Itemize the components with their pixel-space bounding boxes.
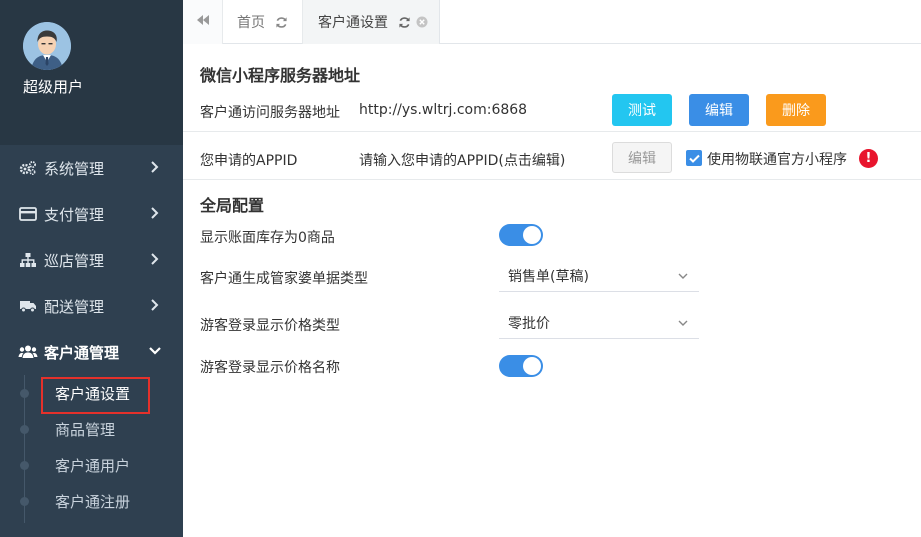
customer-submenu: 客户通设置 商品管理 客户通用户 客户通注册: [0, 375, 183, 523]
guest-price-type-select[interactable]: 零批价: [499, 307, 699, 339]
official-miniprogram-checkbox[interactable]: [686, 150, 702, 166]
guest-price-type-value: 零批价: [508, 315, 550, 332]
toggle-knob: [523, 226, 541, 244]
submenu-item-products[interactable]: 商品管理: [0, 411, 183, 447]
guest-price-name-toggle[interactable]: [499, 355, 543, 377]
user-avatar-icon[interactable]: [23, 22, 71, 70]
refresh-icon[interactable]: [275, 16, 288, 29]
tabs-bar: 首页 客户通设置: [183, 0, 921, 44]
warning-icon[interactable]: !: [859, 149, 878, 168]
appid-value[interactable]: 请输入您申请的APPID(点击编辑): [359, 150, 565, 170]
user-profile: 超级用户: [0, 0, 183, 145]
tree-dot: [20, 425, 29, 434]
tree-dot: [20, 497, 29, 506]
chevron-right-icon: [147, 205, 163, 221]
show-zero-stock-toggle[interactable]: [499, 224, 543, 246]
username: 超级用户: [23, 78, 84, 96]
doc-type-label: 客户通生成管家婆单据类型: [200, 271, 368, 287]
settings-content: 微信小程序服务器地址 客户通访问服务器地址 http://ys.wltrj.co…: [183, 45, 921, 537]
chevron-down-icon: [677, 270, 689, 286]
tabs-scroll-left-button[interactable]: [183, 0, 223, 44]
tree-dot: [20, 389, 29, 398]
truck-icon: [18, 298, 38, 314]
guest-price-type-label: 游客登录显示价格类型: [200, 318, 340, 334]
appid-label: 您申请的APPID: [200, 153, 298, 169]
sidebar-item-delivery[interactable]: 配送管理: [0, 283, 183, 329]
submenu-item-customer-register[interactable]: 客户通注册: [0, 483, 183, 519]
chevron-right-icon: [147, 297, 163, 313]
delete-button[interactable]: 删除: [766, 94, 826, 126]
submenu-item-label: 客户通用户: [55, 456, 131, 475]
sidebar-item-patrol[interactable]: 巡店管理: [0, 237, 183, 283]
sidebar-item-label: 系统管理: [44, 159, 105, 178]
sidebar-item-label: 客户通管理: [44, 343, 120, 362]
highlight-box: [41, 377, 150, 414]
test-button[interactable]: 测试: [612, 94, 672, 126]
sidebar-item-label: 配送管理: [44, 297, 105, 316]
tab-home[interactable]: 首页: [223, 0, 303, 44]
divider: [183, 131, 921, 132]
appid-edit-button[interactable]: 编辑: [612, 142, 672, 173]
doc-type-select[interactable]: 销售单(草稿): [499, 260, 699, 292]
credit-card-icon: [18, 206, 38, 222]
divider: [183, 179, 921, 180]
cogs-icon: [18, 160, 38, 176]
refresh-icon[interactable]: [398, 16, 411, 29]
server-section-title: 微信小程序服务器地址: [200, 66, 361, 85]
submenu-item-label: 客户通注册: [55, 492, 131, 511]
sidebar: 超级用户 系统管理 支付管理 巡店管理 配送管理 客户通管理 客户通设置 商品管…: [0, 0, 183, 537]
guest-price-name-label: 游客登录显示价格名称: [200, 360, 340, 376]
sidebar-item-label: 巡店管理: [44, 251, 105, 270]
tab-label: 首页: [237, 15, 265, 31]
sidebar-item-system[interactable]: 系统管理: [0, 145, 183, 191]
users-icon: [18, 344, 38, 360]
tab-label: 客户通设置: [318, 15, 388, 31]
doc-type-value: 销售单(草稿): [508, 268, 589, 285]
tree-dot: [20, 461, 29, 470]
sidebar-item-payment[interactable]: 支付管理: [0, 191, 183, 237]
sitemap-icon: [18, 252, 38, 268]
show-zero-stock-label: 显示账面库存为0商品: [200, 230, 335, 246]
edit-button[interactable]: 编辑: [689, 94, 749, 126]
server-url-value: http://ys.wltrj.com:6868: [359, 102, 528, 118]
toggle-knob: [523, 357, 541, 375]
sidebar-menu: 系统管理 支付管理 巡店管理 配送管理 客户通管理 客户通设置 商品管理 客户通…: [0, 145, 183, 523]
sidebar-item-customer[interactable]: 客户通管理: [0, 329, 183, 375]
chevron-down-icon: [677, 317, 689, 333]
submenu-item-customer-settings[interactable]: 客户通设置: [0, 375, 183, 414]
global-section-title: 全局配置: [200, 196, 265, 215]
sidebar-item-label: 支付管理: [44, 205, 105, 224]
official-miniprogram-label: 使用物联通官方小程序: [707, 152, 847, 168]
chevron-right-icon: [147, 159, 163, 175]
tab-customer-settings[interactable]: 客户通设置: [303, 0, 440, 44]
chevron-right-icon: [147, 251, 163, 267]
close-icon[interactable]: [416, 16, 428, 28]
chevron-down-icon: [147, 343, 163, 359]
submenu-item-label: 商品管理: [55, 420, 116, 439]
double-chevron-left-icon: [196, 14, 210, 30]
server-url-label: 客户通访问服务器地址: [200, 105, 340, 121]
submenu-item-customer-users[interactable]: 客户通用户: [0, 447, 183, 483]
